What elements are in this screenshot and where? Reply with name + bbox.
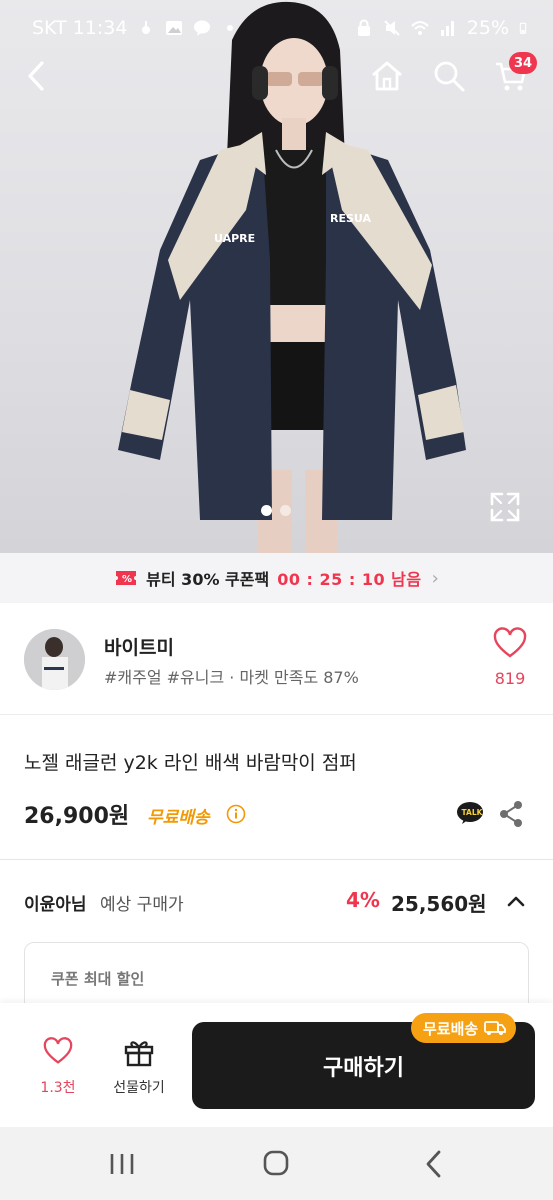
- mute-icon: [384, 20, 400, 36]
- share-icon[interactable]: [498, 800, 524, 828]
- expected-price: 25,560원: [391, 892, 487, 916]
- shop-name[interactable]: 바이트미: [104, 633, 174, 660]
- product-price: 26,900원: [24, 804, 130, 829]
- home-button[interactable]: [365, 50, 409, 102]
- shop-like-button[interactable]: 819: [486, 627, 534, 693]
- shop-avatar-image: [24, 629, 85, 690]
- product-detail-screen: UAPRE RESUA SKT 11:34 25% 34 % 뷰티 30% 쿠폰…: [0, 0, 553, 1200]
- free-shipping-badge-label: 무료배송: [423, 1019, 479, 1038]
- system-navigation-bar: [0, 1127, 553, 1200]
- purchase-action-bar: 1.3천 선물하기 구매하기 무료배송: [0, 1003, 553, 1127]
- expected-price-label: 예상 구매가: [100, 895, 184, 915]
- wifi-icon: [411, 21, 429, 35]
- shop-avatar[interactable]: [24, 629, 85, 690]
- home-icon: [372, 61, 402, 91]
- battery-icon: [519, 22, 527, 34]
- heart-icon: [43, 1037, 73, 1064]
- shop-tags: #캐주얼 #유니크 · 마켓 만족도 87%: [104, 668, 359, 687]
- status-time: SKT 11:34: [32, 17, 128, 39]
- carousel-dot-active[interactable]: [261, 505, 272, 516]
- system-home-icon[interactable]: [256, 1147, 296, 1181]
- system-back-icon[interactable]: [414, 1147, 454, 1181]
- carousel-dot[interactable]: [280, 505, 291, 516]
- free-shipping-badge: 무료배송: [411, 1013, 517, 1043]
- top-navigation: [0, 50, 553, 102]
- info-icon[interactable]: [226, 804, 246, 824]
- talk-status-icon: [194, 20, 211, 36]
- gallery-icon: [166, 21, 183, 35]
- coupon-banner-label: 뷰티 30% 쿠폰팩: [146, 570, 270, 589]
- jacket-text-right: RESUA: [330, 212, 372, 225]
- recent-apps-icon[interactable]: [102, 1147, 142, 1181]
- more-dot-icon: [227, 25, 234, 31]
- like-count: 1.3천: [40, 1080, 76, 1096]
- talk-icon-text: TALK: [462, 808, 484, 817]
- gift-button[interactable]: 선물하기: [103, 1037, 175, 1101]
- gift-icon: [124, 1041, 154, 1067]
- status-bar: SKT 11:34 25%: [0, 0, 553, 56]
- battery-percent: 25%: [466, 17, 509, 39]
- free-shipping-label: 무료배송: [147, 808, 210, 828]
- coupon-icon: %: [116, 571, 137, 585]
- back-arrow-icon: [28, 61, 44, 91]
- jacket-text-left: UAPRE: [214, 232, 255, 245]
- shop-info: 바이트미 #캐주얼 #유니크 · 마켓 만족도 87% 819: [0, 603, 553, 715]
- chevron-up-icon: [507, 896, 525, 907]
- user-name: 이윤아님: [24, 895, 87, 915]
- like-button[interactable]: 1.3천: [30, 1037, 86, 1101]
- product-title: 노젤 래글런 y2k 라인 배색 바람막이 점퍼: [24, 752, 357, 774]
- back-button[interactable]: [14, 50, 58, 102]
- lock-icon: [357, 19, 370, 36]
- signal-icon: [440, 21, 454, 36]
- chevron-right-icon: ›: [431, 567, 439, 589]
- cart-count-badge: 34: [509, 52, 538, 74]
- carousel-indicator: [261, 505, 291, 516]
- expand-icon[interactable]: [488, 490, 522, 524]
- search-icon: [434, 61, 465, 92]
- gift-label: 선물하기: [113, 1080, 165, 1096]
- coupon-timer: 00 : 25 : 10 남음: [277, 570, 422, 589]
- truck-icon: [484, 1021, 507, 1035]
- expected-price-row[interactable]: 이윤아님 예상 구매가 4% 25,560원: [0, 880, 553, 924]
- svg-text:%: %: [122, 574, 132, 585]
- coupon-banner[interactable]: % 뷰티 30% 쿠폰팩 00 : 25 : 10 남음 ›: [0, 553, 553, 603]
- coupon-max-discount-label: 쿠폰 최대 할인: [51, 970, 145, 988]
- heart-icon: [493, 627, 527, 658]
- shop-like-count: 819: [494, 669, 526, 688]
- search-button[interactable]: [427, 50, 471, 102]
- section-divider: [0, 859, 553, 860]
- discount-percent: 4%: [346, 888, 380, 912]
- kakao-talk-icon[interactable]: TALK: [456, 801, 484, 825]
- notification-icon: [142, 21, 151, 34]
